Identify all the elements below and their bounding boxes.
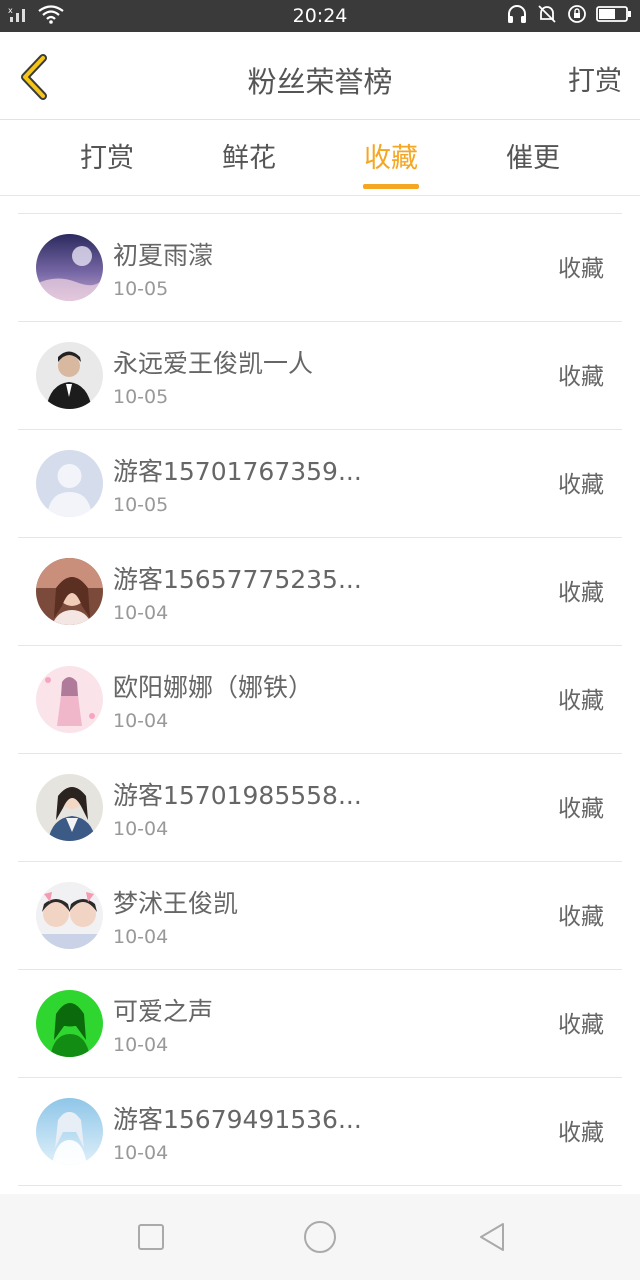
mute-bell-icon bbox=[536, 4, 558, 28]
fan-action-label: 收藏 bbox=[558, 256, 604, 282]
tab-reward[interactable]: 打赏 bbox=[57, 121, 157, 196]
headphones-icon bbox=[506, 4, 528, 28]
reward-nav-button[interactable]: 打赏 bbox=[568, 32, 622, 120]
fan-action-label: 收藏 bbox=[558, 1012, 604, 1038]
page-title: 粉丝荣誉榜 bbox=[247, 65, 393, 99]
status-bar: x 20:24 bbox=[0, 0, 640, 32]
list-item[interactable]: 梦沭王俊凯 10-04 收藏 bbox=[18, 862, 622, 970]
avatar bbox=[36, 450, 103, 517]
avatar bbox=[36, 666, 103, 733]
tab-bar: 打赏 鲜花 收藏 催更 bbox=[0, 121, 640, 196]
recent-apps-icon[interactable] bbox=[133, 1219, 169, 1255]
fan-action-label: 收藏 bbox=[558, 1120, 604, 1146]
list-item[interactable]: 初夏雨濛 10-05 收藏 bbox=[18, 214, 622, 322]
fan-name: 游客15701767359... bbox=[113, 457, 362, 486]
battery-icon bbox=[596, 5, 632, 27]
fan-name: 永远爱王俊凯一人 bbox=[113, 349, 314, 378]
fan-action-label: 收藏 bbox=[558, 796, 604, 822]
list-item[interactable]: 游客15701985558... 10-04 收藏 bbox=[18, 754, 622, 862]
top-nav-bar: 粉丝荣誉榜 打赏 bbox=[0, 32, 640, 120]
active-tab-indicator bbox=[363, 184, 419, 189]
fan-list: 初夏雨濛 10-05 收藏 永远爱王俊凯一人 10-05 收藏 游客157017… bbox=[18, 213, 622, 1186]
fan-date: 10-04 bbox=[113, 1034, 169, 1056]
fan-date: 10-04 bbox=[113, 602, 169, 624]
fan-action-label: 收藏 bbox=[558, 688, 604, 714]
list-item[interactable]: 可爱之声 10-04 收藏 bbox=[18, 970, 622, 1078]
system-nav-bar bbox=[0, 1194, 640, 1280]
home-icon[interactable] bbox=[302, 1219, 338, 1255]
status-right-icons bbox=[506, 0, 632, 32]
fan-action-label: 收藏 bbox=[558, 904, 604, 930]
avatar bbox=[36, 1098, 103, 1165]
fan-date: 10-05 bbox=[113, 278, 169, 300]
fan-name: 游客15701985558... bbox=[113, 781, 362, 810]
list-item[interactable]: 游客15701767359... 10-05 收藏 bbox=[18, 430, 622, 538]
avatar bbox=[36, 342, 103, 409]
tab-urge-update[interactable]: 催更 bbox=[483, 121, 583, 196]
fan-date: 10-04 bbox=[113, 818, 169, 840]
fan-name: 梦沭王俊凯 bbox=[113, 889, 239, 918]
list-item[interactable]: 游客15679491536... 10-04 收藏 bbox=[18, 1078, 622, 1186]
fan-name: 欧阳娜娜（娜铁） bbox=[113, 673, 314, 702]
fan-name: 游客15657775235... bbox=[113, 565, 362, 594]
fan-action-label: 收藏 bbox=[558, 364, 604, 390]
fan-name: 可爱之声 bbox=[113, 997, 214, 1026]
avatar bbox=[36, 234, 103, 301]
list-item[interactable]: 欧阳娜娜（娜铁） 10-04 收藏 bbox=[18, 646, 622, 754]
back-triangle-icon[interactable] bbox=[474, 1219, 510, 1255]
list-item[interactable]: 永远爱王俊凯一人 10-05 收藏 bbox=[18, 322, 622, 430]
fan-date: 10-04 bbox=[113, 926, 169, 948]
fan-date: 10-04 bbox=[113, 1142, 169, 1164]
fan-name: 游客15679491536... bbox=[113, 1105, 362, 1134]
fan-action-label: 收藏 bbox=[558, 472, 604, 498]
fan-date: 10-05 bbox=[113, 386, 169, 408]
chevron-left-icon bbox=[17, 54, 51, 104]
back-button[interactable] bbox=[12, 54, 56, 104]
list-item[interactable]: 游客15657775235... 10-04 收藏 bbox=[18, 538, 622, 646]
avatar bbox=[36, 558, 103, 625]
avatar bbox=[36, 990, 103, 1057]
fan-date: 10-04 bbox=[113, 710, 169, 732]
fan-name: 初夏雨濛 bbox=[113, 241, 214, 270]
avatar bbox=[36, 774, 103, 841]
fan-action-label: 收藏 bbox=[558, 580, 604, 606]
fan-date: 10-05 bbox=[113, 494, 169, 516]
tab-flowers[interactable]: 鲜花 bbox=[199, 121, 299, 196]
avatar bbox=[36, 882, 103, 949]
rotation-lock-icon bbox=[566, 4, 588, 28]
